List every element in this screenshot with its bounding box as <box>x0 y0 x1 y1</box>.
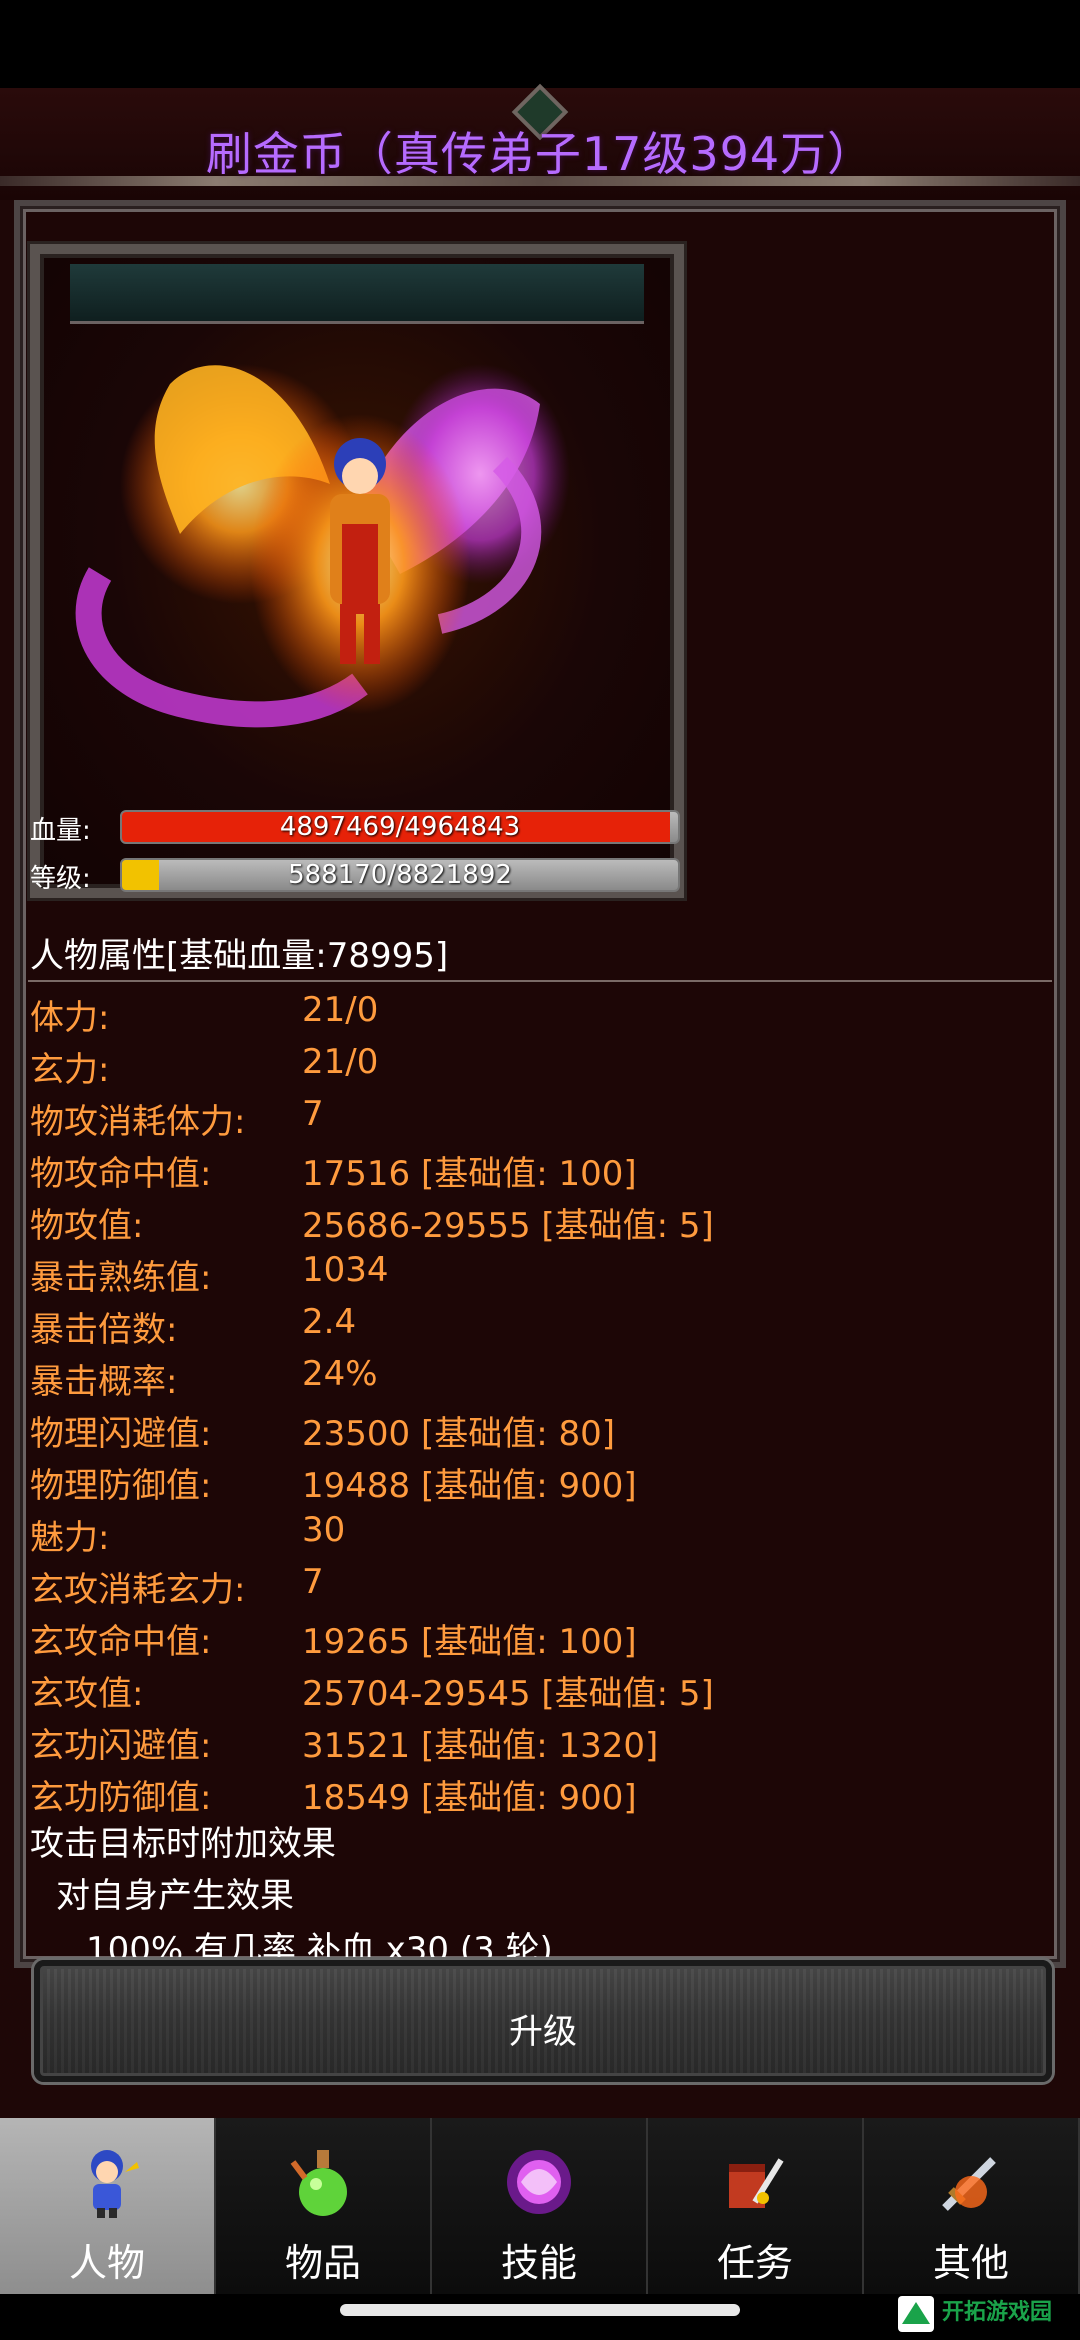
attribute-label: 暴击倍数: <box>30 1310 178 1350</box>
upgrade-button[interactable]: 升级 <box>34 1960 1052 2082</box>
attribute-value: 31521 [基础值: 1320] <box>302 1726 659 1766</box>
attribute-label: 玄攻命中值: <box>30 1622 212 1662</box>
tab-items[interactable]: 物品 <box>216 2118 432 2294</box>
attribute-value: 18549 [基础值: 900] <box>302 1778 637 1818</box>
attribute-value: 19488 [基础值: 900] <box>302 1466 637 1506</box>
attribute-row: 物理防御值: 19488 [基础值: 900] <box>30 1452 1050 1506</box>
attribute-row: 玄功防御值: 18549 [基础值: 900] <box>30 1764 1050 1818</box>
attribute-value: 2.4 <box>302 1302 357 1342</box>
tab-quests[interactable]: 任务 <box>648 2118 864 2294</box>
watermark: 开拓游戏园 <box>896 2290 1076 2338</box>
attribute-label: 物理闪避值: <box>30 1414 212 1454</box>
attribute-label: 玄功防御值: <box>30 1778 212 1818</box>
tab-quests-label: 任务 <box>716 2241 793 2285</box>
portrait-banner <box>70 264 644 324</box>
attribute-row: 体力: 21/0 <box>30 984 1050 1038</box>
attribute-label: 暴击熟练值: <box>30 1258 212 1298</box>
attribute-value: 17516 [基础值: 100] <box>302 1154 637 1194</box>
character-portrait-frame <box>30 244 684 898</box>
attributes-list: 体力: 21/0 玄力: 21/0 物攻消耗体力: 7 物攻命中值: 17516 [基础值: … <box>30 984 1050 1818</box>
attribute-value: 25686-29555 [基础值: 5] <box>302 1206 714 1246</box>
skill-orb-icon <box>507 2150 571 2214</box>
attribute-value: 25704-29545 [基础值: 5] <box>302 1674 714 1714</box>
attribute-row: 玄功闪避值: 31521 [基础值: 1320] <box>30 1712 1050 1766</box>
level-value: 588170/8821892 <box>288 860 512 890</box>
attribute-value: 30 <box>302 1510 346 1550</box>
effects-detail: 100% 有几率 补血 x30 (3 轮) <box>86 1930 553 1960</box>
attribute-row: 暴击倍数: 2.4 <box>30 1296 1050 1350</box>
level-label: 等级: <box>30 864 91 894</box>
tab-items-label: 物品 <box>284 2241 361 2285</box>
attribute-label: 玄功闪避值: <box>30 1726 212 1766</box>
effects-detail-clip: 100% 有几率 补血 x30 (3 轮) <box>86 1924 986 1960</box>
attributes-divider <box>28 980 1052 982</box>
watermark-logo-icon <box>898 2296 934 2332</box>
tab-other[interactable]: 其他 <box>864 2118 1080 2294</box>
title-bar: 刷金币（真传弟子17级394万） <box>0 83 1080 200</box>
effects-sub-heading: 对自身产生效果 <box>56 1876 294 1916</box>
attribute-label: 玄攻消耗玄力: <box>30 1570 246 1610</box>
attribute-row: 暴击熟练值: 1034 <box>30 1244 1050 1298</box>
hp-bar: 4897469/4964843 <box>120 810 680 844</box>
hp-label: 血量: <box>30 816 91 846</box>
tab-skills[interactable]: 技能 <box>432 2118 648 2294</box>
attribute-value: 21/0 <box>302 1042 379 1082</box>
quest-icon <box>729 2158 784 2208</box>
attribute-label: 魅力: <box>30 1518 110 1558</box>
attribute-row: 玄攻命中值: 19265 [基础值: 100] <box>30 1608 1050 1662</box>
attribute-row: 物攻命中值: 17516 [基础值: 100] <box>30 1140 1050 1194</box>
attribute-label: 物攻消耗体力: <box>30 1102 246 1142</box>
attribute-label: 物理防御值: <box>30 1466 212 1506</box>
attribute-label: 物攻命中值: <box>30 1154 212 1194</box>
page-title: 刷金币（真传弟子17级394万） <box>205 127 875 181</box>
potion-icon <box>290 2150 347 2216</box>
tab-other-label: 其他 <box>932 2241 1009 2285</box>
attribute-row: 暴击概率: 24% <box>30 1348 1050 1402</box>
attribute-label: 物攻值: <box>30 1206 144 1246</box>
character-icon <box>91 2150 139 2218</box>
tab-character[interactable]: 人物 <box>0 2118 216 2294</box>
attribute-row: 玄攻消耗玄力: 7 <box>30 1556 1050 1610</box>
tab-skills-label: 技能 <box>500 2241 577 2285</box>
game-screen: 刷金币（真传弟子17级394万） 血量: 4897469/4964843 等级:… <box>0 83 1080 2118</box>
status-bar <box>0 0 1080 88</box>
attribute-row: 物攻消耗体力: 7 <box>30 1088 1050 1142</box>
attribute-row: 物理闪避值: 23500 [基础值: 80] <box>30 1400 1050 1454</box>
tab-character-label: 人物 <box>68 2241 145 2285</box>
hp-value: 4897469/4964843 <box>279 812 521 842</box>
character-portrait <box>75 364 570 728</box>
attribute-label: 体力: <box>30 998 110 1038</box>
attribute-label: 玄力: <box>30 1050 110 1090</box>
attribute-row: 魅力: 30 <box>30 1504 1050 1558</box>
attribute-row: 物攻值: 25686-29555 [基础值: 5] <box>30 1192 1050 1246</box>
attribute-value: 23500 [基础值: 80] <box>302 1414 616 1454</box>
attribute-row: 玄力: 21/0 <box>30 1036 1050 1090</box>
attribute-value: 21/0 <box>302 990 379 1030</box>
attribute-row: 玄攻值: 25704-29545 [基础值: 5] <box>30 1660 1050 1714</box>
watermark-text: 开拓游戏园 <box>942 2300 1053 2325</box>
effects-heading: 攻击目标时附加效果 <box>30 1824 336 1864</box>
attribute-label: 暴击概率: <box>30 1362 178 1402</box>
level-bar: 588170/8821892 <box>120 858 680 892</box>
attribute-value: 24% <box>302 1354 378 1394</box>
attribute-label: 玄攻值: <box>30 1674 144 1714</box>
attribute-value: 7 <box>302 1094 324 1134</box>
attribute-value: 1034 <box>302 1250 389 1290</box>
home-indicator <box>340 2304 740 2316</box>
bottom-nav: 人物 物品 技能 任务 其他 <box>0 2118 1080 2294</box>
sword-icon <box>942 2157 996 2211</box>
upgrade-button-label: 升级 <box>509 2012 577 2052</box>
attributes-header: 人物属性[基础血量:78995] <box>30 936 449 976</box>
attribute-value: 7 <box>302 1562 324 1602</box>
attribute-value: 19265 [基础值: 100] <box>302 1622 637 1662</box>
